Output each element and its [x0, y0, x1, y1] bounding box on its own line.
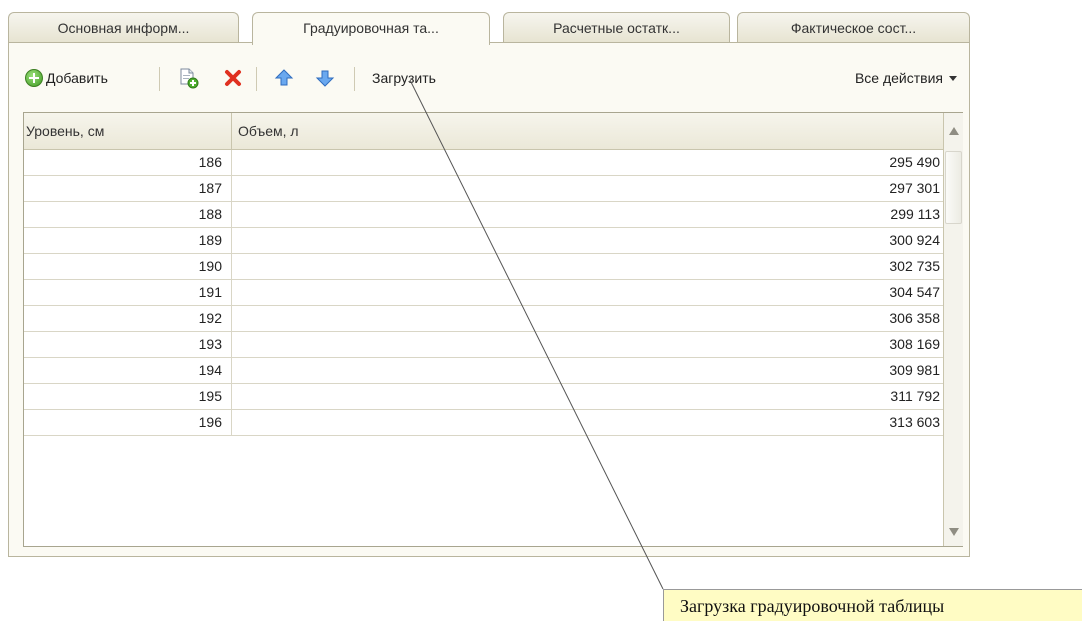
tab-strip: Основная информ... Градуировочная та... …	[8, 12, 970, 45]
load-button[interactable]: Загрузить	[372, 67, 436, 89]
table-header: Уровень, см Объем, л	[24, 113, 943, 150]
table-body: 186 295 490 187 297 301 188 299 113 189 300 924…	[24, 150, 943, 436]
add-button[interactable]: Добавить	[25, 67, 108, 89]
cell-volume[interactable]: 304 547	[232, 280, 943, 305]
scrollbar-thumb[interactable]	[945, 151, 962, 224]
table-row[interactable]: 189 300 924	[24, 228, 943, 254]
cell-level[interactable]: 195	[24, 384, 232, 409]
table-row[interactable]: 190 302 735	[24, 254, 943, 280]
copy-button[interactable]	[179, 67, 199, 89]
chevron-down-icon	[949, 75, 957, 81]
table-row[interactable]: 187 297 301	[24, 176, 943, 202]
calibration-table[interactable]: Уровень, см Объем, л 186 295 490 187 297 30…	[23, 112, 963, 547]
table-row[interactable]: 192 306 358	[24, 306, 943, 332]
cell-level[interactable]: 194	[24, 358, 232, 383]
all-actions-menu[interactable]: Все действия	[809, 67, 957, 89]
move-up-icon	[274, 69, 294, 86]
table-row[interactable]: 188 299 113	[24, 202, 943, 228]
tab-panel: Добавить Загрузить Все действия Уровень,…	[8, 42, 970, 557]
toolbar: Добавить Загрузить Все действия	[9, 43, 969, 105]
cell-level[interactable]: 192	[24, 306, 232, 331]
cell-level[interactable]: 196	[24, 410, 232, 435]
cell-level[interactable]: 186	[24, 150, 232, 175]
cell-volume[interactable]: 300 924	[232, 228, 943, 253]
move-down-button[interactable]	[315, 67, 335, 89]
cell-level[interactable]: 191	[24, 280, 232, 305]
delete-icon	[225, 70, 241, 86]
cell-level[interactable]: 188	[24, 202, 232, 227]
vertical-scrollbar[interactable]	[943, 113, 963, 546]
cell-level[interactable]: 189	[24, 228, 232, 253]
cell-volume[interactable]: 299 113	[232, 202, 943, 227]
cell-volume[interactable]: 311 792	[232, 384, 943, 409]
cell-level[interactable]: 190	[24, 254, 232, 279]
cell-volume[interactable]: 308 169	[232, 332, 943, 357]
tab-actual-state[interactable]: Фактическое сост...	[737, 12, 970, 42]
column-header-level[interactable]: Уровень, см	[24, 113, 232, 149]
cell-volume[interactable]: 297 301	[232, 176, 943, 201]
delete-button[interactable]	[223, 67, 243, 89]
table-row[interactable]: 196 313 603	[24, 410, 943, 436]
cell-level[interactable]: 187	[24, 176, 232, 201]
cell-volume[interactable]: 309 981	[232, 358, 943, 383]
tab-basic-info[interactable]: Основная информ...	[8, 12, 239, 42]
table-row[interactable]: 195 311 792	[24, 384, 943, 410]
move-up-button[interactable]	[274, 67, 294, 89]
cell-volume[interactable]: 313 603	[232, 410, 943, 435]
scroll-down-icon[interactable]	[944, 518, 963, 546]
toolbar-separator	[256, 67, 257, 91]
table-row[interactable]: 191 304 547	[24, 280, 943, 306]
cell-volume[interactable]: 295 490	[232, 150, 943, 175]
callout-note: Загрузка градуировочной таблицы	[663, 589, 1082, 621]
column-header-volume[interactable]: Объем, л	[232, 113, 943, 149]
cell-volume[interactable]: 306 358	[232, 306, 943, 331]
move-down-icon	[315, 70, 335, 87]
cell-volume[interactable]: 302 735	[232, 254, 943, 279]
all-actions-label: Все действия	[854, 70, 943, 86]
tab-calculated-balances[interactable]: Расчетные остатк...	[503, 12, 730, 42]
scroll-up-icon[interactable]	[944, 113, 963, 149]
cell-level[interactable]: 193	[24, 332, 232, 357]
add-icon	[25, 69, 43, 87]
add-button-label: Добавить	[46, 70, 108, 86]
copy-icon	[180, 68, 199, 89]
table-row[interactable]: 186 295 490	[24, 150, 943, 176]
table-row[interactable]: 194 309 981	[24, 358, 943, 384]
table-row[interactable]: 193 308 169	[24, 332, 943, 358]
tab-calibration-table[interactable]: Градуировочная та...	[252, 12, 490, 45]
toolbar-separator	[159, 67, 160, 91]
toolbar-separator	[354, 67, 355, 91]
